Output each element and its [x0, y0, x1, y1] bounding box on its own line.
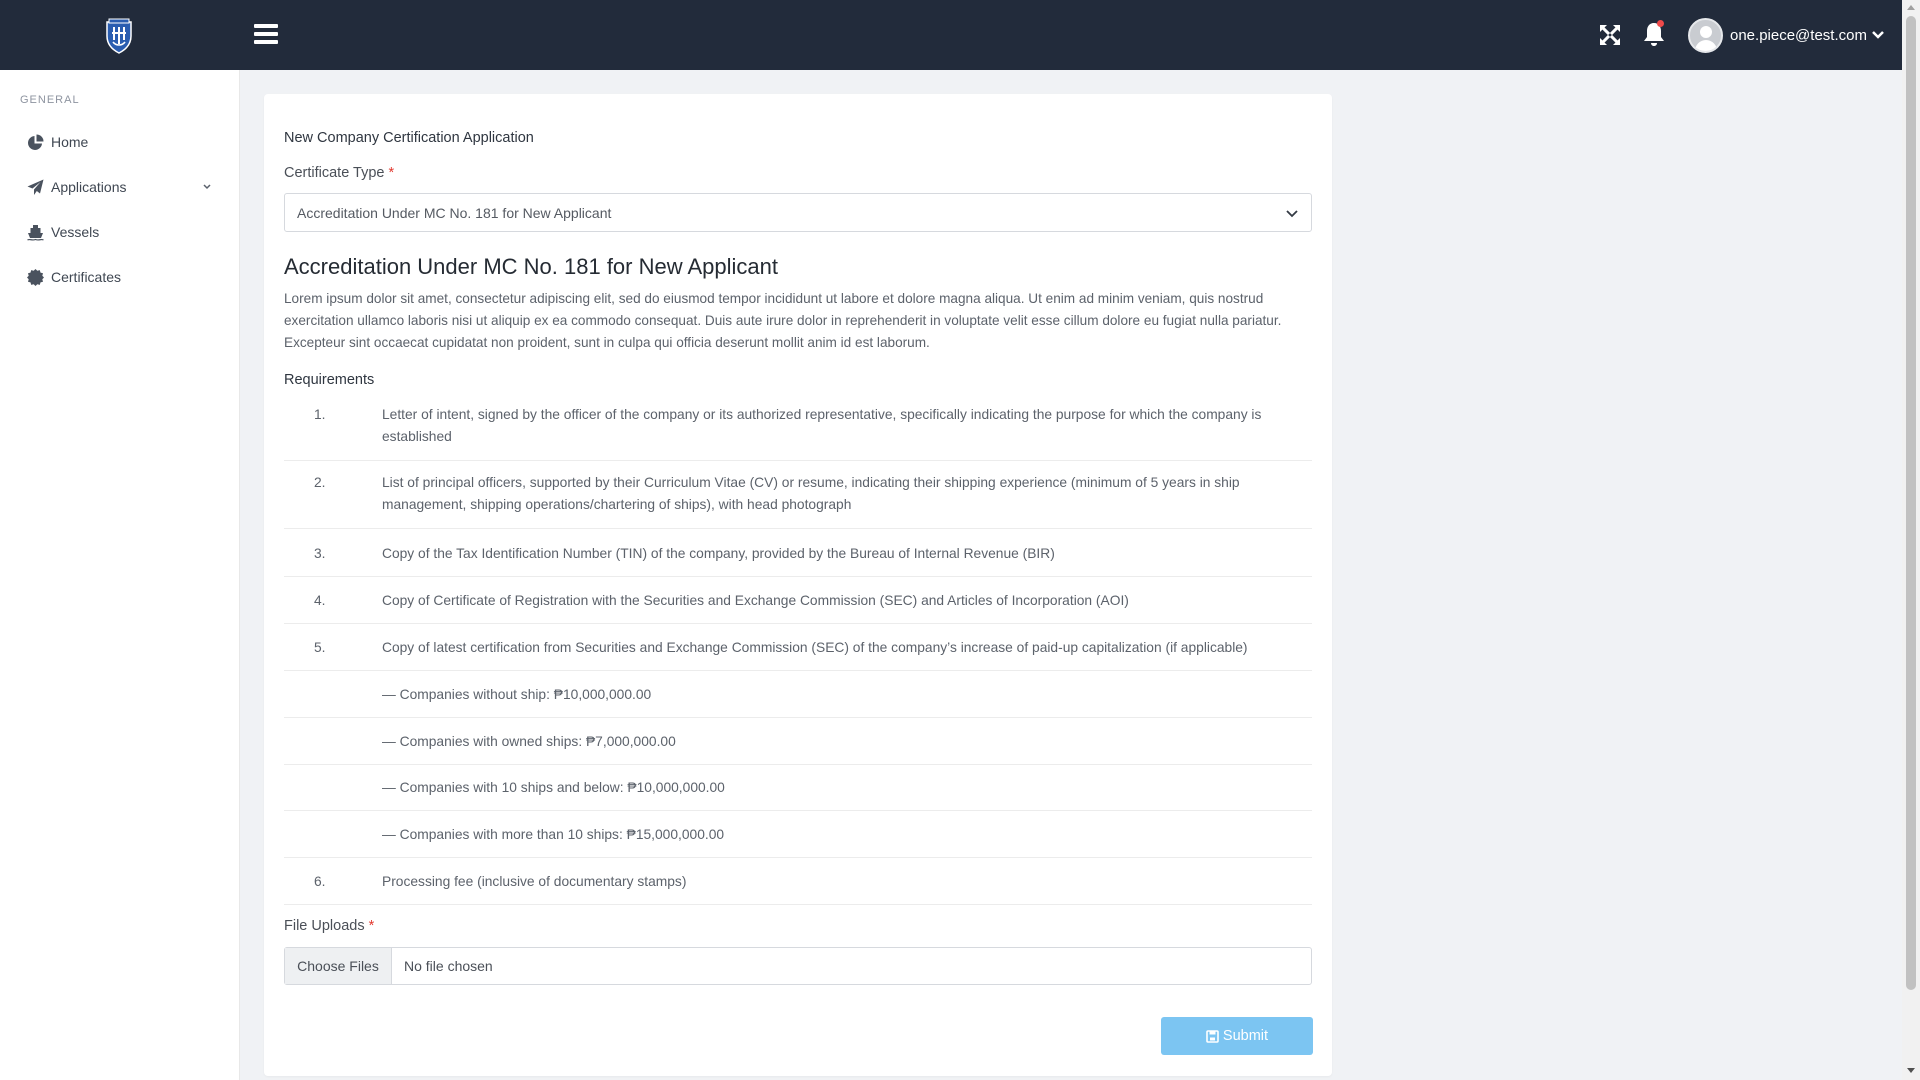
requirement-text: — Companies with 10 ships and below: ₱10…	[382, 780, 725, 795]
requirement-text: Copy of latest certification from Securi…	[382, 640, 1248, 655]
pie-chart-icon	[28, 134, 44, 150]
requirement-text: Processing fee (inclusive of documentary…	[382, 874, 687, 889]
sidebar-heading: GENERAL	[20, 94, 80, 106]
user-menu[interactable]: one.piece@test.com	[1688, 17, 1885, 53]
chevron-down-icon	[203, 184, 211, 190]
list-item: 6. Processing fee (inclusive of document…	[284, 858, 1312, 905]
requirements-heading: Requirements	[284, 372, 375, 388]
requirement-text: — Companies with owned ships: ₱7,000,000…	[382, 734, 676, 749]
notification-dot	[1657, 20, 1664, 27]
list-item: — Companies without ship: ₱10,000,000.00	[284, 671, 1312, 718]
list-item: 5. Copy of latest certification from Sec…	[284, 624, 1312, 671]
sidebar-item-label: Certificates	[51, 269, 122, 285]
form-title: New Company Certification Application	[284, 130, 534, 146]
requirement-text: — Companies without ship: ₱10,000,000.00	[382, 687, 652, 702]
scroll-down-arrow-icon[interactable]	[1907, 1068, 1915, 1073]
paper-plane-icon	[27, 179, 44, 195]
certificate-type-label: Certificate Type *	[284, 165, 395, 181]
list-item: — Companies with more than 10 ships: ₱15…	[284, 811, 1312, 858]
save-icon	[1206, 1029, 1219, 1043]
file-status-text: No file chosen	[404, 958, 493, 974]
sidebar: GENERAL Home Applications Vessels Certif…	[0, 70, 240, 1080]
hamburger-menu-button[interactable]	[254, 24, 278, 46]
requirement-number: 5.	[314, 640, 326, 655]
submit-button[interactable]: Submit	[1161, 1017, 1313, 1055]
list-item: 4. Copy of Certificate of Registration w…	[284, 577, 1312, 624]
requirement-text: Copy of the Tax Identification Number (T…	[382, 546, 1055, 561]
sidebar-item-label: Vessels	[51, 224, 100, 240]
shield-logo-icon[interactable]	[105, 18, 133, 54]
sidebar-item-label: Home	[51, 134, 89, 150]
requirement-text: Copy of Certificate of Registration with…	[382, 593, 1129, 608]
certificate-heading: Accreditation Under MC No. 181 for New A…	[284, 254, 779, 279]
requirement-text: Letter of intent, signed by the officer …	[382, 407, 1262, 444]
list-item: 1. Letter of intent, signed by the offic…	[284, 394, 1312, 461]
scrollbar-thumb[interactable]	[1906, 16, 1916, 990]
ship-icon	[27, 225, 44, 241]
sidebar-item-applications[interactable]: Applications	[0, 167, 240, 207]
file-uploads-label: File Uploads *	[284, 918, 375, 934]
sidebar-item-vessels[interactable]: Vessels	[0, 212, 240, 252]
requirement-number: 2.	[314, 475, 326, 490]
requirement-number: 3.	[314, 546, 326, 561]
requirement-number: 1.	[314, 407, 326, 422]
certificate-description: Lorem ipsum dolor sit amet, consectetur …	[284, 291, 1282, 350]
list-item: 2. List of principal officers, supported…	[284, 462, 1312, 529]
expand-icon[interactable]	[1598, 23, 1622, 47]
certificate-type-select[interactable]: Accreditation Under MC No. 181 for New A…	[284, 193, 1312, 232]
top-navbar: one.piece@test.com	[0, 0, 1902, 70]
page-scrollbar[interactable]	[1902, 0, 1920, 1080]
list-item: — Companies with 10 ships and below: ₱10…	[284, 764, 1312, 811]
application-form-card: New Company Certification Application Ce…	[264, 94, 1332, 1076]
file-upload-input[interactable]: Choose Files No file chosen	[284, 947, 1312, 985]
chevron-down-icon	[1872, 31, 1884, 39]
choose-files-button[interactable]: Choose Files	[285, 948, 392, 984]
sidebar-item-label: Applications	[51, 179, 127, 195]
requirement-number: 6.	[314, 874, 326, 889]
certificate-type-value: Accreditation Under MC No. 181 for New A…	[297, 205, 612, 221]
required-asterisk: *	[368, 918, 375, 934]
user-email: one.piece@test.com	[1730, 26, 1867, 44]
scroll-up-arrow-icon[interactable]	[1907, 5, 1915, 10]
requirement-text: — Companies with more than 10 ships: ₱15…	[382, 827, 725, 842]
sidebar-item-home[interactable]: Home	[0, 122, 240, 162]
submit-label: Submit	[1222, 1028, 1269, 1044]
user-avatar-icon	[1688, 17, 1723, 53]
certificate-icon	[27, 269, 44, 286]
hamburger-icon	[254, 24, 278, 28]
list-item: 3. Copy of the Tax Identification Number…	[284, 530, 1312, 577]
requirement-number: 4.	[314, 593, 326, 608]
required-asterisk: *	[388, 165, 395, 181]
list-item: — Companies with owned ships: ₱7,000,000…	[284, 718, 1312, 765]
requirement-text: List of principal officers, supported by…	[382, 475, 1240, 512]
sidebar-item-certificates[interactable]: Certificates	[0, 257, 240, 297]
chevron-down-icon	[1286, 210, 1298, 218]
